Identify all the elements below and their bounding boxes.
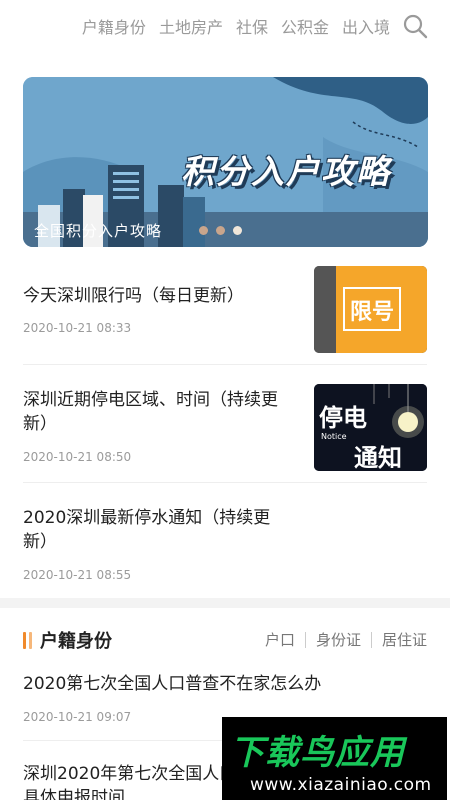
news-time: 2020-10-21 09:07 (23, 710, 132, 724)
news-item[interactable]: 2020深圳最新停水通知（持续更新） 2020-10-21 08:55 (23, 502, 427, 588)
section-separator (0, 598, 450, 608)
top-category-nav: 户籍身份 土地房产 社保 公积金 出入境 (0, 0, 450, 52)
tab-housing-fund[interactable]: 公积金 (281, 14, 329, 38)
news-title[interactable]: 2020第七次全国人口普查不在家怎么办 (23, 672, 427, 696)
news-time: 2020-10-21 08:33 (23, 321, 132, 335)
carousel-dot-active[interactable] (233, 226, 242, 235)
watermark-logo: 下载鸟应用 www.xiazainiao.com (222, 717, 447, 800)
news-time: 2020-10-21 08:50 (23, 450, 132, 464)
news-item[interactable]: 今天深圳限行吗（每日更新） 2020-10-21 08:33 限号 (23, 266, 427, 354)
thumb-text-tongzhi: 通知 (354, 444, 402, 471)
watermark-url: www.xiazainiao.com (250, 775, 432, 795)
banner-caption: 全国积分入户攻略 (34, 222, 163, 240)
tab-id-card[interactable]: 身份证 (304, 632, 371, 648)
news-item[interactable]: 深圳近期停电区域、时间（持续更新） 2020-10-21 08:50 停电 No… (23, 384, 427, 472)
news-title[interactable]: 今天深圳限行吗（每日更新） (23, 284, 293, 308)
section-title: 户籍身份 (40, 631, 112, 652)
news-thumbnail: 限号 (314, 266, 427, 353)
thumb-text-xianhao: 限号 (350, 300, 395, 325)
section-tabs: 户口 身份证 居住证 (255, 632, 427, 648)
banner-big-title: 积分入户攻略 (181, 152, 391, 191)
search-icon[interactable] (402, 13, 428, 39)
tab-residence-permit[interactable]: 居住证 (370, 632, 427, 648)
watermark-brand: 下载鸟应用 (230, 733, 405, 773)
tab-social-security[interactable]: 社保 (236, 14, 268, 38)
tab-huji[interactable]: 户籍身份 (82, 14, 146, 38)
news-title[interactable]: 深圳近期停电区域、时间（持续更新） (23, 388, 293, 436)
divider (23, 482, 427, 483)
promo-banner[interactable]: 积分入户攻略 全国积分入户攻略 (23, 77, 428, 247)
accent-bar (23, 631, 26, 649)
tab-hukou[interactable]: 户口 (255, 632, 305, 648)
tab-exit-entry[interactable]: 出入境 (342, 14, 390, 38)
thumb-text-notice: Notice (321, 432, 347, 441)
news-thumbnail: 停电 Notice 通知 (314, 384, 427, 471)
carousel-dot[interactable] (199, 226, 208, 235)
tab-land-property[interactable]: 土地房产 (159, 14, 223, 38)
thumb-text-tingdian: 停电 (319, 404, 367, 432)
accent-bar (29, 631, 32, 649)
section-header: 户籍身份 户口 身份证 居住证 (23, 626, 427, 654)
news-time: 2020-10-21 08:55 (23, 568, 132, 582)
news-title[interactable]: 2020深圳最新停水通知（持续更新） (23, 506, 293, 554)
carousel-dot[interactable] (216, 226, 225, 235)
carousel-dots (199, 226, 242, 235)
divider (23, 364, 427, 365)
